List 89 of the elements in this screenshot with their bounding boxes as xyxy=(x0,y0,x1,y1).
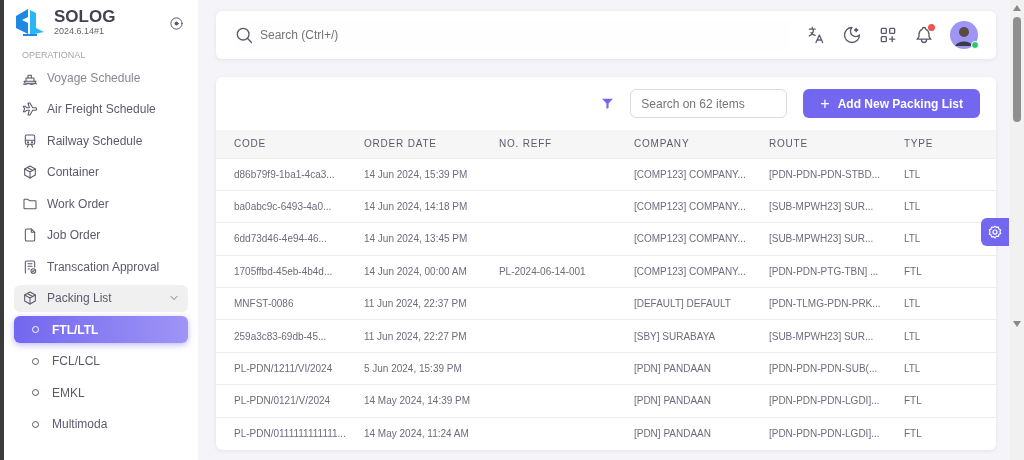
box-icon xyxy=(22,290,38,306)
table-cell: FTL xyxy=(903,395,922,407)
sidebar-item[interactable]: Voyage Schedule xyxy=(14,64,188,91)
table-cell: 14 Jun 2024, 00:00 AM xyxy=(363,265,467,277)
table-cell: [PDN-PDN-PDN-LGDI]... xyxy=(768,428,880,440)
toggle-icon[interactable] xyxy=(169,15,184,31)
column-header: ROUTE xyxy=(750,130,886,158)
file-icon xyxy=(22,227,38,243)
sidebar-item[interactable]: Railway Schedule xyxy=(14,127,188,154)
table-cell: [PDN-PDN-PDN-LGDI]... xyxy=(768,395,880,407)
column-header: NO. REFF xyxy=(480,130,616,158)
apps-icon[interactable] xyxy=(878,25,898,45)
add-button[interactable]: + Add New Packing List xyxy=(803,89,980,118)
moon-icon[interactable] xyxy=(842,25,862,45)
table-cell: LTL xyxy=(903,201,921,213)
table-cell: 11 Jun 2024, 22:37 PM xyxy=(363,298,467,310)
version-label: 2024.6.14#1 xyxy=(54,25,106,38)
table-cell: [PDN] PANDAAN xyxy=(633,395,711,407)
logo-icon xyxy=(14,8,46,39)
sidebar-item[interactable]: Work Order xyxy=(14,190,188,217)
notification-bell-icon[interactable] xyxy=(914,25,934,45)
section-label: OPERATIONAL xyxy=(22,48,87,62)
translate-icon[interactable] xyxy=(806,25,826,45)
table-cell: PL-PDN/1211/VI/2024 xyxy=(234,363,333,375)
sidebar-subitem[interactable]: Multimoda xyxy=(14,410,188,438)
column-header: CODE xyxy=(216,130,346,158)
table-cell: [COMP123] COMPANY... xyxy=(633,233,746,245)
search-icon xyxy=(234,25,254,45)
table-cell: LTL xyxy=(903,363,921,375)
table-cell: LTL xyxy=(903,298,921,310)
settings-button[interactable] xyxy=(981,218,1009,246)
table-cell: 6dd73d46-4e94-46... xyxy=(234,233,327,245)
brand-name: SOLOG xyxy=(54,8,116,25)
sidebar-subitem[interactable]: EMKL xyxy=(14,379,188,406)
table-cell: 14 Jun 2024, 14:18 PM xyxy=(363,201,468,213)
table-cell: [PDN-PDN-PTG-TBN] ... xyxy=(768,265,879,277)
scrollbar-thumb[interactable] xyxy=(1013,17,1021,122)
sidebar-subitem[interactable]: FCL/LCL xyxy=(14,347,188,375)
table-cell: [PDN] PANDAAN xyxy=(633,363,711,375)
scroll-down-icon[interactable] xyxy=(1013,321,1021,327)
column-header: COMPANY xyxy=(615,130,751,158)
table-cell: 259a3c83-69db-45... xyxy=(234,330,327,342)
sidebar-item[interactable]: Packing List xyxy=(14,284,188,312)
table-cell: LTL xyxy=(903,330,921,342)
table-cell: [DEFAULT] DEFAULT xyxy=(633,298,731,310)
table-cell: [PDN-PDN-PDN-SUB(... xyxy=(768,363,878,375)
table-cell: 5 Jun 2024, 15:39 PM xyxy=(363,363,462,375)
table-cell: 14 May 2024, 11:24 AM xyxy=(363,428,469,440)
train-icon xyxy=(22,132,38,149)
table-cell: [COMP123] COMPANY... xyxy=(633,265,746,277)
plane-icon xyxy=(22,101,38,117)
table-cell: 1705ffbd-45eb-4b4d... xyxy=(234,265,333,277)
search-field[interactable]: Search on 62 items xyxy=(630,89,788,118)
table-cell: ba0abc9c-6493-4a0... xyxy=(234,201,332,213)
filter-icon[interactable] xyxy=(601,97,615,110)
table-cell: PL-PDN/0121/V/2024 xyxy=(234,395,331,407)
sidebar-item[interactable]: Container xyxy=(14,158,188,186)
table-cell: LTL xyxy=(903,233,921,245)
table-cell: [COMP123] COMPANY... xyxy=(633,201,746,213)
sidebar-subitem[interactable]: FTL/LTL xyxy=(14,316,188,343)
column-header: TYPE xyxy=(885,130,996,158)
table-cell: 14 Jun 2024, 15:39 PM xyxy=(363,168,468,180)
table-cell: FTL xyxy=(903,428,922,440)
table-cell: [SUB-MPWH23] SUR... xyxy=(768,201,874,213)
table-cell: [PDN-PDN-PDN-STBD... xyxy=(768,168,881,180)
sidebar-item[interactable]: Transcation Approval xyxy=(14,253,188,280)
table-cell: 14 May 2024, 14:39 PM xyxy=(363,395,471,407)
sidebar-item[interactable]: Air Freight Schedule xyxy=(14,95,188,123)
table-cell: [COMP123] COMPANY... xyxy=(633,168,746,180)
table-cell: [SUB-MPWH23] SUR... xyxy=(768,330,874,342)
table-cell: [SBY] SURABAYA xyxy=(633,330,716,342)
table-cell: [PDN] PANDAAN xyxy=(633,428,711,440)
table-cell: MNFST-0086 xyxy=(234,298,294,310)
table-cell: 14 Jun 2024, 13:45 PM xyxy=(363,233,468,245)
scroll-up-icon[interactable] xyxy=(1013,5,1021,11)
table-cell: FTL xyxy=(903,265,922,277)
sidebar-item[interactable]: Job Order xyxy=(14,221,188,249)
table-cell: d86b79f9-1ba1-4ca3... xyxy=(234,168,335,180)
table-cell: LTL xyxy=(903,168,921,180)
gear-icon xyxy=(988,225,1002,239)
document-check-icon xyxy=(22,258,38,275)
table-cell: [PDN-TLMG-PDN-PRK... xyxy=(768,298,881,310)
table-cell: PL-2024-06-14-001 xyxy=(498,265,586,277)
table-cell: [SUB-MPWH23] SUR... xyxy=(768,233,874,245)
table-cell: 11 Jun 2024, 22:27 PM xyxy=(363,330,467,342)
avatar[interactable] xyxy=(950,21,978,49)
box-icon xyxy=(22,164,38,180)
column-header: ORDER DATE xyxy=(345,130,481,158)
table-cell: PL-PDN/0111111111111... xyxy=(234,428,346,440)
